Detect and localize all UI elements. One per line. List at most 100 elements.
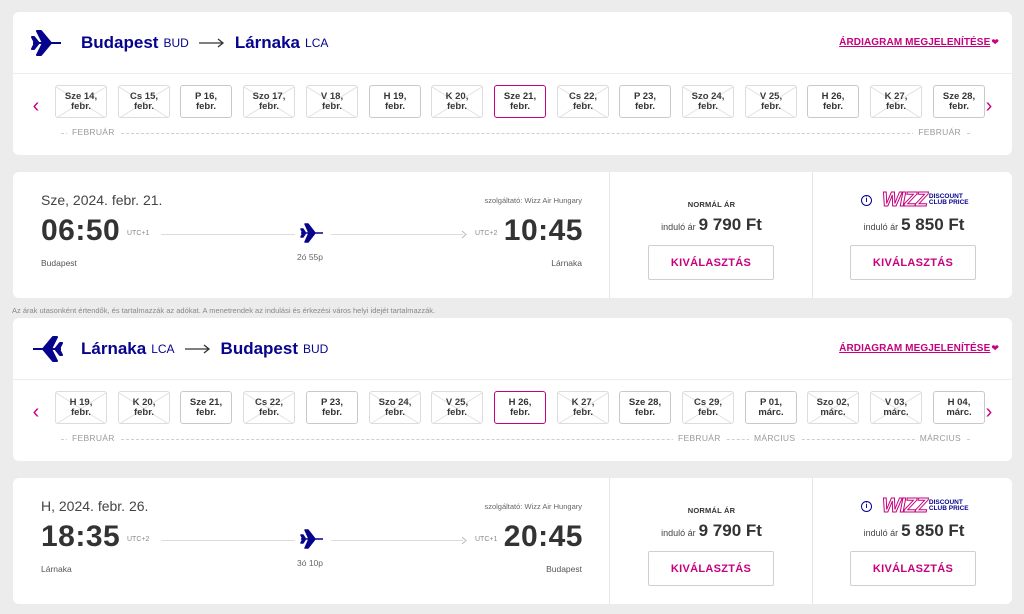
date-option[interactable]: Szo 02, márc. xyxy=(807,391,859,424)
date-option[interactable]: Sze 28, febr. xyxy=(933,85,985,118)
discount-club-label: DISCOUNT CLUB PRICE xyxy=(928,192,969,206)
date-option[interactable]: Cs 22, febr. xyxy=(243,391,295,424)
normal-price: induló ár 9 790 Ft xyxy=(661,521,762,540)
date-day-label: Cs 22, xyxy=(255,396,283,408)
arrival-timezone: UTC+1 xyxy=(475,536,498,543)
date-option-selected[interactable]: Sze 21, febr. xyxy=(494,85,546,118)
date-month-label: márc. xyxy=(946,406,972,418)
return-date-carousel: ‹ H 19, febr. K 20, febr. Sze 21, febr. Cs 22,… xyxy=(13,381,1012,461)
date-month-label: febr. xyxy=(70,100,92,112)
flight-date: H, 2024. febr. 26. xyxy=(41,498,149,514)
departure-city: Lárnaka xyxy=(41,564,72,574)
operator-label: szolgáltató: Wizz Air Hungary xyxy=(484,502,582,511)
date-month-label: febr. xyxy=(885,100,907,112)
date-month-label: febr. xyxy=(446,100,468,112)
outbound-date-carousel: ‹ Sze 14, febr. Cs 15, febr. P 16, febr. Szo 1… xyxy=(13,75,1012,155)
normal-price: induló ár 9 790 Ft xyxy=(661,215,762,234)
date-option[interactable]: V 25, febr. xyxy=(745,85,797,118)
date-month-label: márc. xyxy=(820,406,846,418)
arrival-time: 20:45 xyxy=(503,520,583,553)
date-month-label: febr. xyxy=(195,100,217,112)
carousel-prev-arrow[interactable]: ‹ xyxy=(29,96,43,116)
date-option[interactable]: V 18, febr. xyxy=(306,85,358,118)
disclaimer-text: Az árak utasonként értendők, és tartalma… xyxy=(12,306,436,315)
month-indicator: FEBRUÁR FEBRUÁR xyxy=(61,127,970,139)
date-option[interactable]: H 04, márc. xyxy=(933,391,985,424)
date-option[interactable]: H 19, febr. xyxy=(369,85,421,118)
date-option[interactable]: Cs 15, febr. xyxy=(118,85,170,118)
date-option[interactable]: K 20, febr. xyxy=(118,391,170,424)
date-option[interactable]: Szo 17, febr. xyxy=(243,85,295,118)
club-price-column: i WIZZ DISCOUNT CLUB PRICE induló ár 5 850… xyxy=(813,172,1015,298)
date-option[interactable]: Sze 28, febr. xyxy=(619,391,671,424)
date-option[interactable]: K 20, febr. xyxy=(431,85,483,118)
origin-city: Lárnaka xyxy=(81,338,147,358)
club-price: induló ár 5 850 Ft xyxy=(863,215,965,234)
flight-info: H, 2024. febr. 26. szolgáltató: Wizz Air… xyxy=(13,478,610,604)
normal-price-title: NORMÁL ÁR xyxy=(687,506,736,515)
date-option[interactable]: K 27, febr. xyxy=(557,391,609,424)
date-month-label: febr. xyxy=(133,100,155,112)
date-option[interactable]: V 25, febr. xyxy=(431,391,483,424)
arrival-time: 10:45 xyxy=(503,214,583,247)
date-day-label: K 20, xyxy=(445,90,469,102)
date-day-label: V 25, xyxy=(445,396,469,408)
date-option[interactable]: Sze 21, febr. xyxy=(180,391,232,424)
date-option[interactable]: Cs 29, febr. xyxy=(682,391,734,424)
chevron-right-icon xyxy=(461,230,467,239)
destination-city: Lárnaka xyxy=(234,32,301,52)
info-icon[interactable]: i xyxy=(861,194,872,206)
date-option[interactable]: Szo 24, febr. xyxy=(682,85,734,118)
date-option[interactable]: Szo 24, febr. xyxy=(369,391,421,424)
date-month-label: febr. xyxy=(572,406,594,418)
date-option[interactable]: P 23, febr. xyxy=(619,85,671,118)
info-icon[interactable]: i xyxy=(861,500,872,512)
date-day-label: Sze 21, xyxy=(189,396,223,408)
date-day-label: Cs 15, xyxy=(130,90,158,102)
flight-duration: 3ó 10p xyxy=(297,558,323,568)
show-price-chart-link[interactable]: ÁRDIAGRAM MEGJELENÍTÉSE❤ xyxy=(839,343,999,354)
carousel-next-arrow[interactable]: › xyxy=(982,96,996,116)
flight-date: Sze, 2024. febr. 21. xyxy=(41,192,163,208)
date-option[interactable]: P 01, márc. xyxy=(745,391,797,424)
date-day-label: V 18, xyxy=(320,90,344,102)
date-month-label: febr. xyxy=(697,100,719,112)
date-option-selected[interactable]: H 26, febr. xyxy=(494,391,546,424)
date-day-label: V 25, xyxy=(759,90,783,102)
date-option[interactable]: H 19, febr. xyxy=(55,391,107,424)
date-option[interactable]: K 27, febr. xyxy=(870,85,922,118)
date-option[interactable]: Sze 14, febr. xyxy=(55,85,107,118)
flight-line xyxy=(331,234,463,235)
arrival-timezone: UTC+2 xyxy=(475,230,498,237)
date-day-label: P 16, xyxy=(194,90,217,102)
date-month-label: febr. xyxy=(446,406,468,418)
carousel-prev-arrow[interactable]: ‹ xyxy=(29,402,43,422)
date-option[interactable]: P 16, febr. xyxy=(180,85,232,118)
destination-city: Budapest xyxy=(220,338,299,358)
date-option[interactable]: Cs 22, febr. xyxy=(557,85,609,118)
select-normal-fare-button[interactable]: KIVÁLASZTÁS xyxy=(648,245,774,280)
show-price-chart-link[interactable]: ÁRDIAGRAM MEGJELENÍTÉSE❤ xyxy=(839,37,999,48)
date-month-label: febr. xyxy=(384,100,406,112)
airplane-icon xyxy=(300,529,323,549)
date-month-label: febr. xyxy=(760,100,782,112)
select-normal-fare-button[interactable]: KIVÁLASZTÁS xyxy=(648,551,774,586)
operator-label: szolgáltató: Wizz Air Hungary xyxy=(484,196,582,205)
date-day-label: Szo 17, xyxy=(252,90,286,102)
flight-info: Sze, 2024. febr. 21. szolgáltató: Wizz A… xyxy=(13,172,610,298)
discount-club-label: DISCOUNT CLUB PRICE xyxy=(928,498,969,512)
month-label: MÁRCIUS xyxy=(749,433,801,443)
date-day-label: H 19, xyxy=(383,90,407,102)
date-day-label: H 19, xyxy=(69,396,93,408)
date-option[interactable]: P 23, febr. xyxy=(306,391,358,424)
date-option[interactable]: H 26, febr. xyxy=(807,85,859,118)
select-club-fare-button[interactable]: KIVÁLASZTÁS xyxy=(850,551,976,586)
carousel-next-arrow[interactable]: › xyxy=(982,402,996,422)
club-price: induló ár 5 850 Ft xyxy=(863,521,965,540)
heart-icon: ❤ xyxy=(991,343,999,353)
date-option[interactable]: V 03, márc. xyxy=(870,391,922,424)
month-label: MÁRCIUS xyxy=(914,433,966,443)
date-month-label: márc. xyxy=(758,406,784,418)
flight-line xyxy=(161,540,295,541)
select-club-fare-button[interactable]: KIVÁLASZTÁS xyxy=(850,245,976,280)
